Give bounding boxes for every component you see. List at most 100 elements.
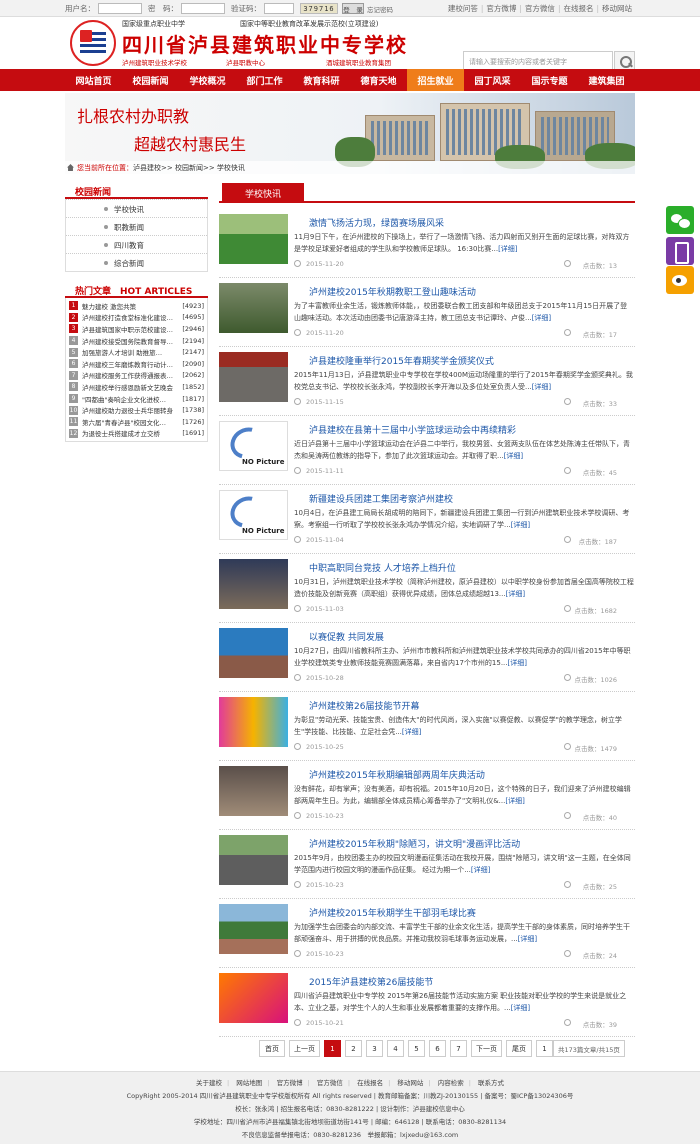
article-more-link[interactable]: [详细] [402,728,421,736]
hot-article-item[interactable]: 9 "四都曲"奏响企业文化进校… [1817] [69,393,204,405]
hot-article-title[interactable]: "四都曲"奏响企业文化进校… [82,394,178,404]
article-title[interactable]: 泸县建校隆重举行2015年春期奖学金颁奖仪式 [309,354,494,367]
search-input[interactable]: 请输入要搜索的内容或者关键字 [463,51,613,71]
article-thumbnail[interactable] [219,904,288,954]
footer-link-wechat[interactable]: 官方微信 [312,1079,348,1087]
pager-next[interactable]: 下一页 [471,1040,502,1057]
article-thumbnail[interactable]: NO Picture [219,421,288,471]
top-link-wechat[interactable]: 官方微信 [522,3,558,14]
pager-page-4[interactable]: 4 [387,1040,404,1057]
article-thumbnail[interactable] [219,766,288,816]
hot-article-item[interactable]: 1 魅力建校 激您共策 [4923] [69,300,204,312]
school-logo[interactable] [70,20,116,66]
breadcrumb-path[interactable]: 泸县建校>> 校园新闻>> 学校快讯 [133,164,245,172]
mobile-phone-icon[interactable] [666,237,694,265]
footer-link-sitemap[interactable]: 网站地图 [231,1079,267,1087]
password-input[interactable] [181,3,225,14]
article-title[interactable]: 新疆建设兵团建工集团考察泸州建校 [309,492,453,505]
article-thumbnail[interactable] [219,697,288,747]
nav-campus-news[interactable]: 校园新闻 [122,69,179,91]
article-more-link[interactable]: [详细] [511,1004,530,1012]
hot-article-item[interactable]: 6 泸州建校三年磨炼教育行动计… [2090] [69,358,204,370]
article-title[interactable]: 泸州建校2015年秋期编辑部两周年庆典活动 [309,768,485,781]
article-more-link[interactable]: [详细] [532,383,551,391]
article-more-link[interactable]: [详细] [471,866,490,874]
article-title[interactable]: 激情飞扬活力现，绿茵赛场展风采 [309,216,444,229]
top-link-mobile[interactable]: 移动网站 [599,3,635,14]
article-more-link[interactable]: [详细] [518,935,537,943]
footer-link-signup[interactable]: 在线报名 [352,1079,388,1087]
article-title[interactable]: 泸州建校第26届技能节开幕 [309,699,419,712]
article-thumbnail[interactable] [219,352,288,402]
footer-link-mobile[interactable]: 移动网站 [392,1079,428,1087]
footer-link-search[interactable]: 内容检索 [433,1079,469,1087]
top-link-qa[interactable]: 建校问答 [445,3,481,14]
sidebar-item-vocational-news[interactable]: 职教新闻 [66,217,207,235]
pager-page-5[interactable]: 5 [408,1040,425,1057]
nav-about[interactable]: 学校概况 [179,69,236,91]
captcha-input[interactable] [264,3,294,14]
search-icon[interactable] [614,51,635,71]
hot-article-item[interactable]: 2 泸州建校打造食堂标准化建设… [4695] [69,312,204,324]
hot-article-title[interactable]: 泸州建校服务工作获得通报表… [82,370,178,380]
hot-article-item[interactable]: 3 泸县建筑国家中职示范校建设… [2946] [69,323,204,335]
footer-link-about[interactable]: 关于建校 [191,1079,227,1087]
pager-jump-select[interactable]: 1 [536,1040,553,1057]
hot-article-item[interactable]: 10 泸州建校助力退役士兵华丽转身 [1738] [69,404,204,416]
hot-article-title[interactable]: 泸州建校接受国务院教育督导… [82,336,178,346]
nav-construction-group[interactable]: 建筑集团 [578,69,635,91]
sidebar-item-sichuan-education[interactable]: 四川教育 [66,235,207,253]
wechat-icon[interactable] [666,206,694,234]
article-title[interactable]: 泸州建校2015年秋期"除陋习，讲文明"漫画评比活动 [309,837,520,850]
footer-link-weibo[interactable]: 官方微博 [272,1079,308,1087]
hot-article-title[interactable]: 泸州建校助力退役士兵华丽转身 [82,405,178,415]
article-thumbnail[interactable]: NO Picture [219,490,288,540]
weibo-icon[interactable] [666,266,694,294]
pager-last[interactable]: 尾页 [506,1040,532,1057]
nav-departments[interactable]: 部门工作 [236,69,293,91]
hot-article-item[interactable]: 11 第六届"青春泸县"校园文化… [1726] [69,416,204,428]
pager-prev[interactable]: 上一页 [289,1040,320,1057]
hot-article-title[interactable]: 泸州建校举行感恩励新文艺晚会 [82,382,178,392]
top-link-weibo[interactable]: 官方微博 [483,3,519,14]
hot-article-item[interactable]: 5 加强旅游人才培训 助推旅… [2147] [69,346,204,358]
pager-page-6[interactable]: 6 [429,1040,446,1057]
article-thumbnail[interactable] [219,628,288,678]
hot-article-title[interactable]: 泸州建校三年磨炼教育行动计… [82,359,178,369]
article-title[interactable]: 2015年泸县建校第26届技能节 [309,975,433,988]
article-thumbnail[interactable] [219,973,288,1023]
sidebar-item-general-news[interactable]: 综合新闻 [66,253,207,271]
top-link-signup[interactable]: 在线报名 [560,3,596,14]
nav-demo-topics[interactable]: 国示专题 [521,69,578,91]
nav-research[interactable]: 教育科研 [293,69,350,91]
article-title[interactable]: 泸州建校2015年秋期学生干部羽毛球比赛 [309,906,476,919]
hot-article-title[interactable]: 泸县建筑国家中职示范校建设… [82,324,178,334]
username-input[interactable] [98,3,142,14]
hot-article-item[interactable]: 8 泸州建校举行感恩励新文艺晚会 [1852] [69,381,204,393]
article-more-link[interactable]: [详细] [508,659,527,667]
nav-moral[interactable]: 德育天地 [350,69,407,91]
article-thumbnail[interactable] [219,559,288,609]
hot-article-title[interactable]: 第六届"青春泸县"校园文化… [82,417,178,427]
captcha-image[interactable]: 379716 [300,3,338,14]
footer-link-contact[interactable]: 联系方式 [473,1079,509,1087]
nav-teachers[interactable]: 园丁风采 [464,69,521,91]
hot-article-item[interactable]: 4 泸州建校接受国务院教育督导… [2194] [69,335,204,347]
article-thumbnail[interactable] [219,214,288,264]
hot-article-title[interactable]: 为退役士兵搭建成才立交桥 [82,428,178,438]
pager-first[interactable]: 首页 [259,1040,285,1057]
article-thumbnail[interactable] [219,283,288,333]
article-more-link[interactable]: [详细] [504,452,523,460]
article-title[interactable]: 泸州建校2015年秋期教职工登山趣味活动 [309,285,476,298]
hot-article-item[interactable]: 7 泸州建校服务工作获得通报表… [2062] [69,370,204,382]
hot-article-title[interactable]: 泸州建校打造食堂标准化建设… [82,312,178,322]
nav-home[interactable]: 网站首页 [65,69,122,91]
nav-admissions[interactable]: 招生就业 [407,69,464,91]
article-title[interactable]: 中职高职同台竞技 人才培养上档升位 [309,561,456,574]
article-more-link[interactable]: [详细] [506,590,525,598]
hot-article-title[interactable]: 加强旅游人才培训 助推旅… [82,347,178,357]
pager-page-7[interactable]: 7 [450,1040,467,1057]
hot-article-title[interactable]: 魅力建校 激您共策 [82,301,178,311]
article-thumbnail[interactable] [219,835,288,885]
pager-page-2[interactable]: 2 [345,1040,362,1057]
